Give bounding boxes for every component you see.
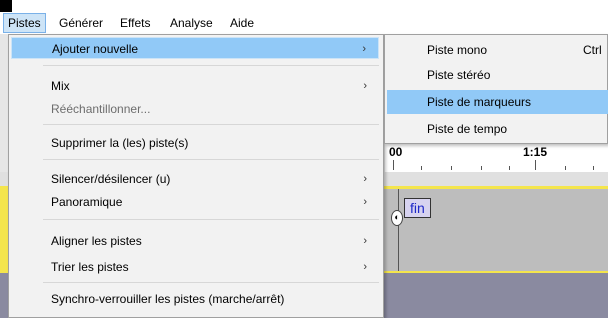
menu-item-label: Mix [51, 79, 70, 93]
menu-item-trier[interactable]: Trier les pistes › [11, 256, 379, 278]
menu-item-silencer[interactable]: Silencer/désilencer (u) › [11, 168, 379, 190]
ajouter-nouvelle-submenu: Piste mono Ctrl Piste stéréo Piste de ma… [384, 34, 608, 144]
menu-item-supprimer-pistes[interactable]: Supprimer la (les) piste(s) [11, 132, 379, 154]
menu-separator [43, 282, 379, 283]
menu-item-aligner[interactable]: Aligner les pistes › [11, 230, 379, 252]
menu-separator [43, 219, 379, 220]
submenu-arrow-icon: › [362, 43, 366, 55]
submenu-arrow-icon: › [363, 261, 367, 273]
submenu-item-piste-marqueurs[interactable]: Piste de marqueurs [387, 90, 608, 114]
menu-item-label: Aligner les pistes [51, 234, 142, 248]
menu-analyse[interactable]: Analyse [166, 14, 217, 32]
menu-bar: Pistes Générer Effets Analyse Aide [0, 12, 608, 34]
menu-item-reechantillonner: Rééchantillonner... [11, 98, 379, 120]
menu-item-synchro-verrouiller[interactable]: Synchro-verrouiller les pistes (marche/a… [11, 288, 379, 310]
pistes-dropdown-menu: Ajouter nouvelle › Mix › Rééchantillonne… [8, 34, 384, 318]
ruler-tick [565, 166, 566, 170]
menu-effets[interactable]: Effets [116, 14, 154, 32]
corner-artifact [0, 0, 12, 12]
track-label[interactable]: fin [404, 198, 431, 218]
menu-aide[interactable]: Aide [226, 14, 258, 32]
menu-item-label: Trier les pistes [51, 260, 129, 274]
submenu-arrow-icon: › [363, 80, 367, 92]
submenu-item-label: Piste de marqueurs [427, 95, 532, 109]
menu-item-label: Ajouter nouvelle [52, 42, 139, 56]
menu-item-label: Supprimer la (les) piste(s) [51, 136, 189, 150]
label-position-line [398, 189, 399, 271]
menu-item-label: Silencer/désilencer (u) [51, 172, 171, 186]
submenu-item-piste-tempo[interactable]: Piste de tempo [387, 117, 608, 141]
menu-item-mix[interactable]: Mix › [11, 75, 379, 97]
submenu-item-piste-mono[interactable]: Piste mono Ctrl [387, 38, 608, 62]
timeline-ruler[interactable]: 00 1:15 [385, 141, 608, 173]
ruler-tick [393, 160, 394, 170]
shortcut-text: Ctrl [583, 43, 602, 57]
submenu-item-piste-stereo[interactable]: Piste stéréo [387, 63, 608, 87]
menu-item-ajouter-nouvelle[interactable]: Ajouter nouvelle › [11, 37, 379, 59]
menu-item-label: Synchro-verrouiller les pistes (marche/a… [51, 292, 285, 306]
menu-generer[interactable]: Générer [55, 14, 107, 32]
ruler-label-start: 00 [389, 145, 403, 159]
menu-item-label: Panoramique [51, 195, 123, 209]
label-drag-handle-icon[interactable]: ◐ [391, 210, 403, 226]
submenu-item-label: Piste de tempo [427, 122, 508, 136]
ruler-tick [535, 160, 536, 170]
menu-separator [43, 124, 379, 125]
submenu-item-label: Piste mono [427, 43, 488, 57]
ruler-label-1-15: 1:15 [523, 145, 548, 159]
ruler-tick [509, 166, 510, 170]
submenu-arrow-icon: › [363, 196, 367, 208]
ruler-tick [421, 166, 422, 170]
submenu-item-label: Piste stéréo [427, 68, 491, 82]
ruler-tick [481, 166, 482, 170]
ruler-tick [593, 166, 594, 170]
menu-separator [43, 65, 379, 66]
menu-separator [43, 159, 379, 160]
menu-item-label: Rééchantillonner... [51, 102, 151, 116]
menu-pistes[interactable]: Pistes [3, 13, 46, 33]
submenu-arrow-icon: › [363, 235, 367, 247]
submenu-arrow-icon: › [363, 173, 367, 185]
menu-item-panoramique[interactable]: Panoramique › [11, 191, 379, 213]
ruler-tick [451, 166, 452, 170]
